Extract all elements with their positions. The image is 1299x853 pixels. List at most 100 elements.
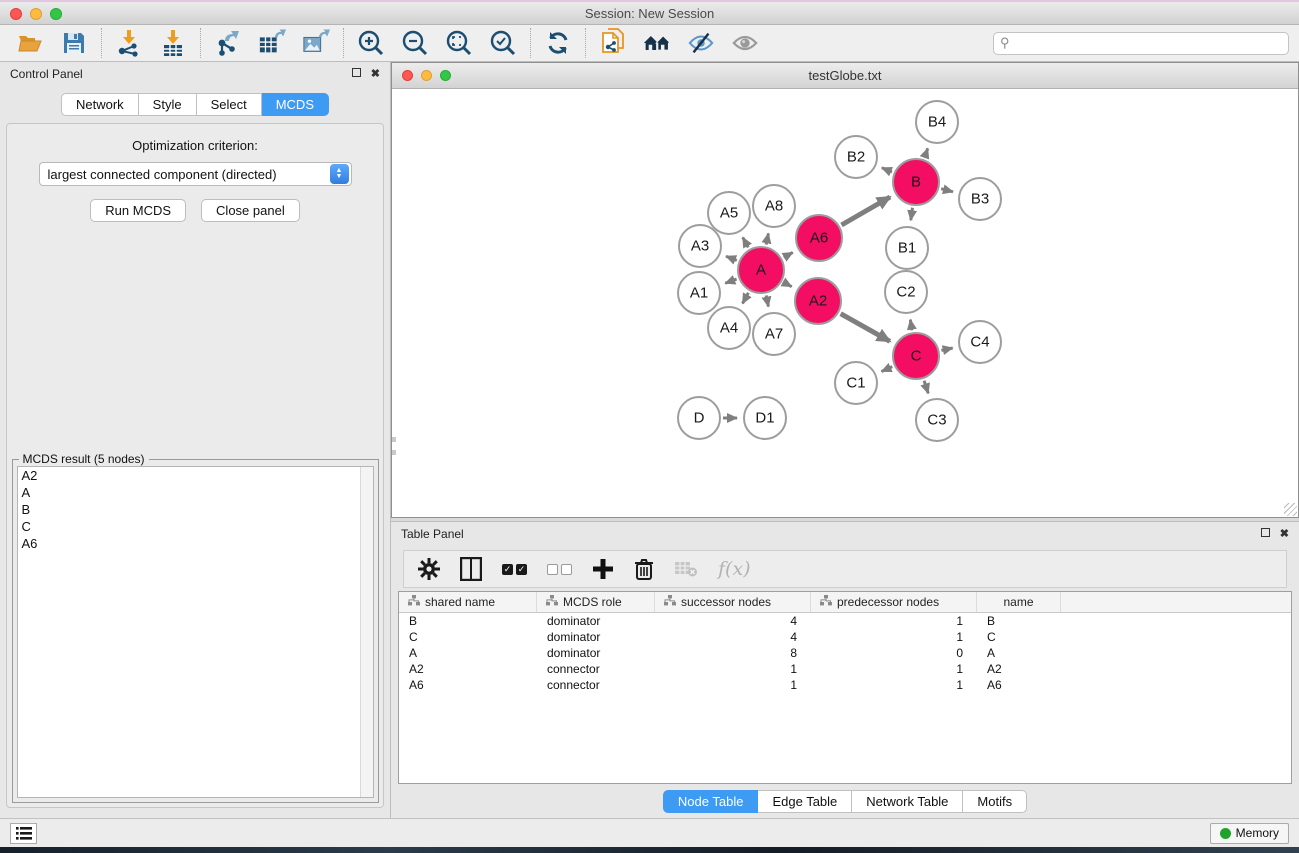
import-network-icon[interactable] [115, 29, 143, 57]
delete-columns-trash-icon[interactable] [634, 556, 654, 582]
save-session-icon[interactable] [60, 29, 88, 57]
column-header-shared-name[interactable]: shared name [399, 592, 537, 612]
new-network-from-selection-icon[interactable] [599, 29, 627, 57]
show-panels-eye-icon[interactable] [731, 29, 759, 57]
network-close-button[interactable] [402, 70, 413, 81]
close-panel-icon[interactable]: ✖ [371, 69, 380, 80]
zoom-fit-icon[interactable] [445, 29, 473, 57]
graph-node-B1[interactable]: B1 [886, 227, 928, 269]
result-item[interactable]: C [18, 518, 373, 535]
graph-edge-A6-B[interactable] [842, 197, 891, 225]
graph-node-A7[interactable]: A7 [753, 313, 795, 355]
minimize-window-button[interactable] [30, 8, 42, 20]
float-table-panel-icon[interactable] [1261, 528, 1270, 540]
zoom-out-icon[interactable] [401, 29, 429, 57]
import-table-icon[interactable] [159, 29, 187, 57]
graph-node-C[interactable]: C [893, 333, 939, 379]
memory-button[interactable]: Memory [1210, 823, 1289, 844]
deselect-all-checkboxes-icon[interactable] [547, 556, 572, 582]
open-session-icon[interactable] [16, 29, 44, 57]
graph-edge-B-B2[interactable] [882, 168, 892, 172]
tab-node-table[interactable]: Node Table [663, 790, 759, 813]
zoom-window-button[interactable] [50, 8, 62, 20]
table-row[interactable]: Bdominator41B [399, 613, 1291, 629]
graph-edge-B-B4[interactable] [925, 148, 928, 157]
graph-node-A2[interactable]: A2 [795, 278, 841, 324]
select-all-checkboxes-icon[interactable]: ✓✓ [502, 556, 527, 582]
result-item[interactable]: A6 [18, 535, 373, 552]
graph-node-C4[interactable]: C4 [959, 321, 1001, 363]
network-window-titlebar[interactable]: testGlobe.txt [392, 63, 1298, 89]
tab-motifs[interactable]: Motifs [963, 790, 1027, 813]
network-canvas[interactable]: AA1A2A3A4A5A6A7A8BB1B2B3B4CC1C2C3C4DD1 [392, 89, 1298, 517]
table-row[interactable]: A2connector11A2 [399, 661, 1291, 677]
tab-style[interactable]: Style [139, 93, 197, 116]
graph-edge-A-A1[interactable] [725, 279, 736, 283]
function-builder-icon[interactable]: f(x) [718, 556, 751, 582]
graph-node-A[interactable]: A [738, 247, 784, 293]
close-window-button[interactable] [10, 8, 22, 20]
export-image-icon[interactable] [302, 29, 330, 57]
hide-panels-eye-slash-icon[interactable] [687, 29, 715, 57]
graph-edge-B-B1[interactable] [911, 208, 913, 220]
graph-edge-C-C3[interactable] [924, 381, 928, 394]
graph-node-A1[interactable]: A1 [678, 272, 720, 314]
toggle-panel-columns-icon[interactable] [460, 556, 482, 582]
table-row[interactable]: Adominator80A [399, 645, 1291, 661]
graph-node-B[interactable]: B [893, 159, 939, 205]
result-item[interactable]: B [18, 501, 373, 518]
network-zoom-button[interactable] [440, 70, 451, 81]
graph-node-B2[interactable]: B2 [835, 136, 877, 178]
delete-table-icon[interactable] [674, 556, 698, 582]
column-header-MCDS-role[interactable]: MCDS role [537, 592, 655, 612]
graph-node-D1[interactable]: D1 [744, 397, 786, 439]
search-input[interactable] [1014, 36, 1282, 50]
refresh-icon[interactable] [544, 29, 572, 57]
splitter-handle[interactable] [392, 437, 396, 455]
task-history-list-icon[interactable] [10, 823, 37, 844]
graph-node-A4[interactable]: A4 [708, 307, 750, 349]
export-table-icon[interactable] [258, 29, 286, 57]
graph-node-C1[interactable]: C1 [835, 362, 877, 404]
graph-edge-A-A8[interactable] [766, 233, 768, 244]
export-network-icon[interactable] [214, 29, 242, 57]
zoom-in-icon[interactable] [357, 29, 385, 57]
graph-node-A3[interactable]: A3 [679, 225, 721, 267]
close-panel-button[interactable]: Close panel [201, 199, 300, 222]
graph-edge-A-A3[interactable] [726, 256, 737, 260]
settings-gear-icon[interactable] [418, 556, 440, 582]
add-column-icon[interactable] [592, 556, 614, 582]
tab-network[interactable]: Network [61, 93, 139, 116]
float-panel-icon[interactable] [352, 68, 361, 80]
graph-edge-A-A6[interactable] [784, 252, 793, 257]
table-row[interactable]: Cdominator41C [399, 629, 1291, 645]
column-header-predecessor-nodes[interactable]: predecessor nodes [811, 592, 977, 612]
column-header-successor-nodes[interactable]: successor nodes [655, 592, 811, 612]
graph-node-D[interactable]: D [678, 397, 720, 439]
close-table-panel-icon[interactable]: ✖ [1280, 529, 1289, 540]
graph-node-A6[interactable]: A6 [796, 215, 842, 261]
result-item[interactable]: A [18, 484, 373, 501]
graph-edge-C-C2[interactable] [910, 320, 912, 331]
graph-node-C3[interactable]: C3 [916, 399, 958, 441]
graph-edge-A-A5[interactable] [743, 237, 749, 247]
graph-node-B3[interactable]: B3 [959, 178, 1001, 220]
graph-node-A8[interactable]: A8 [753, 185, 795, 227]
table-row[interactable]: A6connector11A6 [399, 677, 1291, 693]
result-item[interactable]: A2 [18, 467, 373, 484]
graph-edge-A-A2[interactable] [784, 282, 792, 286]
window-resize-grip[interactable] [1284, 503, 1297, 516]
graph-edge-C-C1[interactable] [882, 367, 893, 372]
graph-node-C2[interactable]: C2 [885, 271, 927, 313]
home-icon[interactable] [643, 29, 671, 57]
graph-edge-B-B3[interactable] [941, 189, 953, 192]
graph-edge-C-C4[interactable] [941, 348, 952, 350]
graph-edge-A-A4[interactable] [743, 293, 749, 304]
graph-node-A5[interactable]: A5 [708, 192, 750, 234]
tab-network-table[interactable]: Network Table [852, 790, 963, 813]
tab-select[interactable]: Select [197, 93, 262, 116]
tab-mcds[interactable]: MCDS [262, 93, 329, 116]
optimization-criterion-dropdown[interactable]: largest connected component (directed) ▲… [39, 162, 352, 186]
network-minimize-button[interactable] [421, 70, 432, 81]
run-mcds-button[interactable]: Run MCDS [90, 199, 186, 222]
